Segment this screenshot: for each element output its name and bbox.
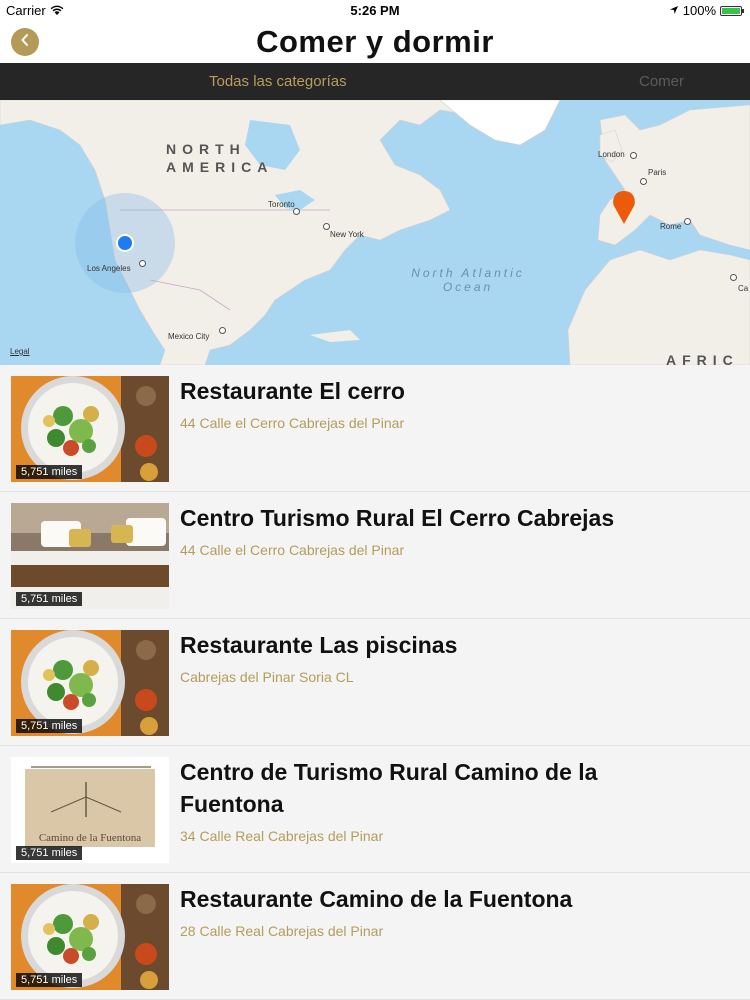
map-label-continent: NORTH AMERICA xyxy=(166,141,274,175)
city-label: New York xyxy=(330,230,364,239)
city-dot xyxy=(684,218,691,225)
place-title: Centro Turismo Rural El Cerro Cabrejas xyxy=(180,505,615,531)
map-label-africa: AFRIC xyxy=(666,352,739,365)
place-thumbnail: 5,751 miles xyxy=(11,884,169,990)
city-dot xyxy=(293,208,300,215)
map-view[interactable]: NORTH AMERICA AFRIC North Atlantic Ocean… xyxy=(0,100,750,365)
nav-bar: Comer y dormir xyxy=(0,22,750,63)
city-label: Toronto xyxy=(268,200,295,209)
place-thumbnail: 5,751 miles xyxy=(11,630,169,736)
clock: 5:26 PM xyxy=(350,3,400,18)
page-title: Comer y dormir xyxy=(256,24,494,59)
tab-comer[interactable]: Comer xyxy=(639,73,684,90)
place-title: Restaurante Camino de la Fuentona xyxy=(180,886,573,912)
map-legal-link[interactable]: Legal xyxy=(10,347,30,356)
battery-percent: 100% xyxy=(682,3,716,18)
city-dot xyxy=(630,152,637,159)
city-label: London xyxy=(598,150,625,159)
place-address: 34 Calle Real Cabrejas del Pinar xyxy=(180,828,384,844)
place-address: 44 Calle el Cerro Cabrejas del Pinar xyxy=(180,542,405,558)
places-list: 5,751 miles Restaurante El cerro 44 Call… xyxy=(0,365,750,1000)
list-item[interactable]: 5,751 miles Restaurante Las piscinas Cab… xyxy=(0,619,750,746)
place-title: Restaurante Las piscinas xyxy=(180,632,458,658)
sign-text: Camino de la Fuentona xyxy=(39,832,141,844)
list-item[interactable]: 5,751 miles Restaurante Camino de la Fue… xyxy=(0,873,750,1000)
battery-icon xyxy=(720,5,744,16)
city-label: Mexico City xyxy=(168,332,210,341)
place-title: Restaurante El cerro xyxy=(180,378,405,404)
distance-badge: 5,751 miles xyxy=(16,719,83,733)
city-dot xyxy=(139,260,146,267)
distance-badge: 5,751 miles xyxy=(16,846,83,860)
place-address: 44 Calle el Cerro Cabrejas del Pinar xyxy=(180,415,405,431)
list-item[interactable]: Camino de la Fuentona 5,751 miles Centro… xyxy=(0,746,750,873)
distance-badge: 5,751 miles xyxy=(16,465,83,479)
location-arrow-icon xyxy=(669,3,679,18)
city-label: Ca xyxy=(738,284,749,293)
city-dot xyxy=(323,223,330,230)
city-label: Los Angeles xyxy=(87,264,131,273)
place-thumbnail: 5,751 miles xyxy=(11,503,169,609)
city-dot xyxy=(730,274,737,281)
place-address: 28 Calle Real Cabrejas del Pinar xyxy=(180,923,384,939)
place-address: Cabrejas del Pinar Soria CL xyxy=(180,669,354,685)
status-bar: Carrier 5:26 PM 100% xyxy=(0,0,750,22)
list-item[interactable]: 5,751 miles Restaurante El cerro 44 Call… xyxy=(0,365,750,492)
tab-all-categories[interactable]: Todas las categorías xyxy=(209,73,347,90)
map-label-ocean: North Atlantic Ocean xyxy=(411,266,525,294)
place-title: Centro de Turismo Rural Camino de la Fue… xyxy=(180,759,598,817)
city-dot xyxy=(640,178,647,185)
city-dot xyxy=(219,327,226,334)
distance-badge: 5,751 miles xyxy=(16,973,83,987)
city-label: Paris xyxy=(648,168,667,177)
category-tabs: Todas las categorías Comer xyxy=(0,63,750,100)
city-label: Rome xyxy=(660,222,682,231)
place-thumbnail: Camino de la Fuentona 5,751 miles xyxy=(11,757,169,863)
distance-badge: 5,751 miles xyxy=(16,592,83,606)
list-item[interactable]: 5,751 miles Centro Turismo Rural El Cerr… xyxy=(0,492,750,619)
place-thumbnail: 5,751 miles xyxy=(11,376,169,482)
